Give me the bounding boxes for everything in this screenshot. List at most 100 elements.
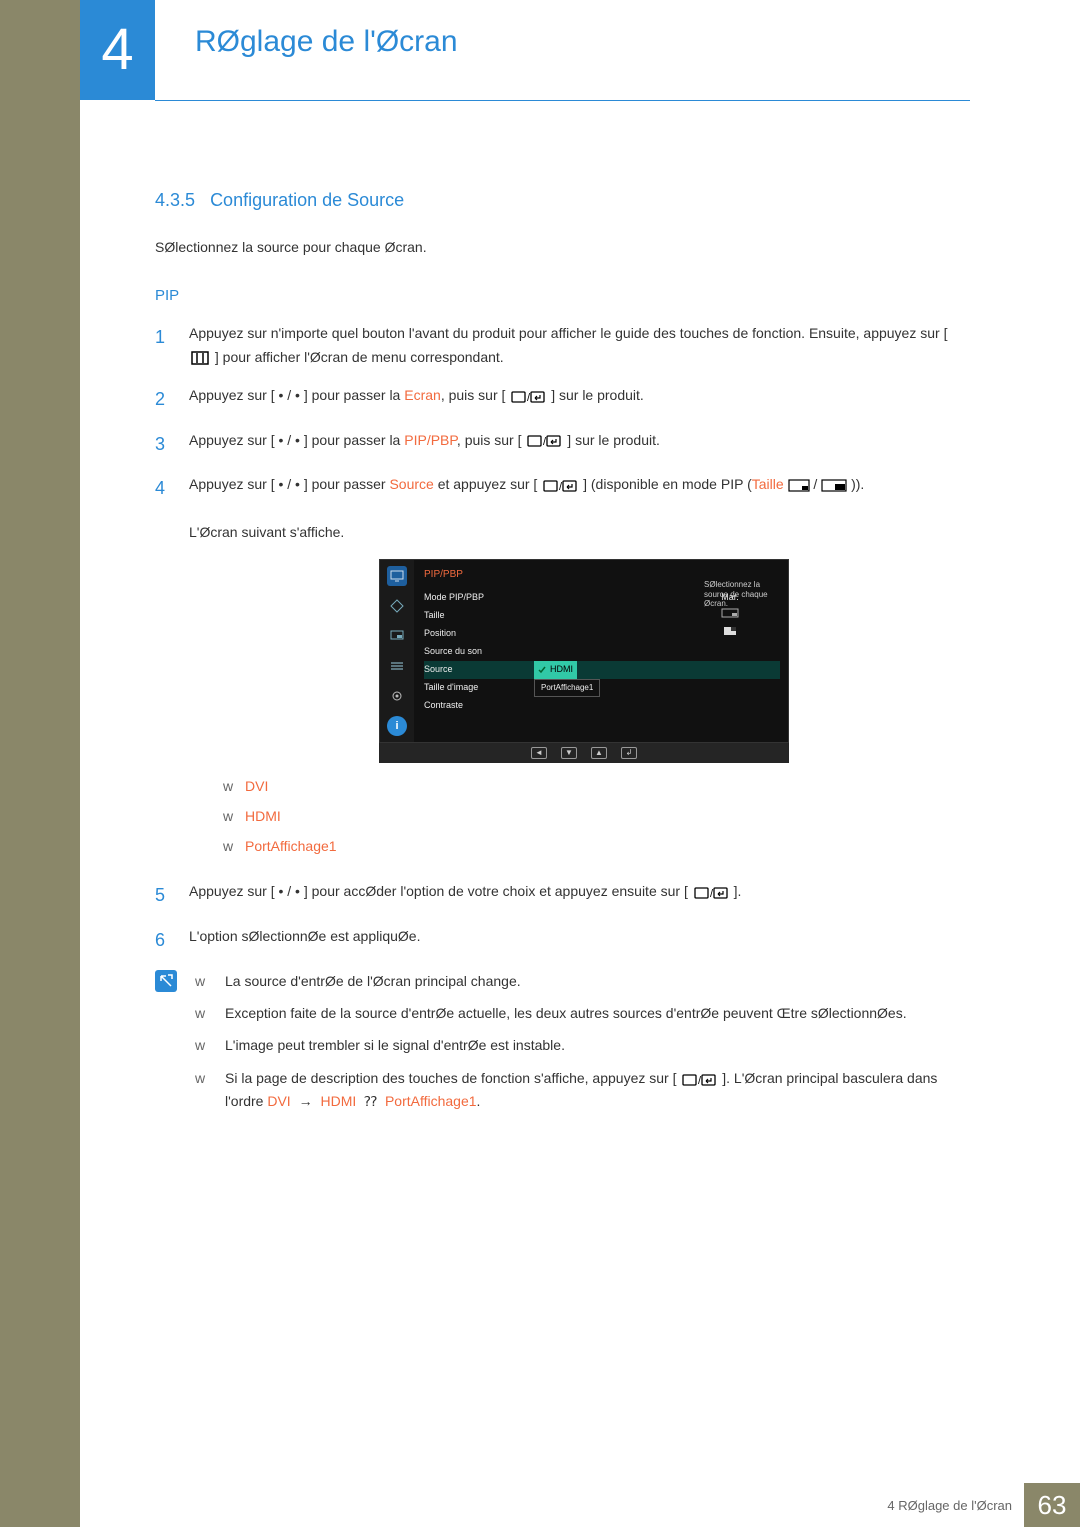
bullet: w xyxy=(195,1002,225,1024)
step-1: 1 Appuyez sur n'importe quel bouton l'av… xyxy=(155,322,970,370)
label: Taille xyxy=(424,608,534,623)
note-3: wL'image peut trembler si le signal d'en… xyxy=(195,1034,970,1056)
text: Appuyez sur [ • / • ] pour passer xyxy=(189,476,389,492)
step-body: Appuyez sur [ • / • ] pour passer Source… xyxy=(189,473,970,866)
note-1: wLa source d'entrØe de l'Øcran principal… xyxy=(195,970,970,992)
footer-text: 4 RØglage de l'Øcran xyxy=(887,1498,1012,1513)
gear-icon xyxy=(387,686,407,706)
select-enter-icon: / xyxy=(694,881,728,905)
text: Si la page de description des touches de… xyxy=(225,1067,970,1113)
src-label: DVI xyxy=(245,778,268,794)
pip-icon xyxy=(387,626,407,646)
text: Appuyez sur [ • / • ] pour passer la xyxy=(189,387,404,403)
sources-list: wDVI wHDMI wPortAffichage1 xyxy=(223,775,970,858)
pip-size-icons: / xyxy=(788,476,852,492)
text: Appuyez sur [ • / • ] pour accØder l'opt… xyxy=(189,883,688,899)
label: Position xyxy=(424,626,534,641)
step-body: Appuyez sur [ • / • ] pour accØder l'opt… xyxy=(189,880,970,911)
highlight: DVI xyxy=(267,1093,290,1109)
bullet: w xyxy=(195,1067,225,1113)
text: ] (disponible en mode PIP ( xyxy=(583,476,752,492)
highlight: HDMI xyxy=(320,1093,356,1109)
step-body: Appuyez sur n'importe quel bouton l'avan… xyxy=(189,322,970,370)
label: Mode PIP/PBP xyxy=(424,590,534,605)
osd-row-imgsize: Taille d'imagePortAffichage1 xyxy=(424,679,780,697)
text: )). xyxy=(851,476,864,492)
step-body: Appuyez sur [ • / • ] pour passer la PIP… xyxy=(189,429,970,460)
text: , puis sur [ xyxy=(457,432,522,448)
bullet: w xyxy=(195,1034,225,1056)
bullet: w xyxy=(223,805,245,829)
note-4: w Si la page de description des touches … xyxy=(195,1067,970,1113)
value: HDMI xyxy=(550,662,573,677)
text: L'image peut trembler si le signal d'ent… xyxy=(225,1034,565,1056)
step-number: 5 xyxy=(155,880,189,911)
chapter-number-tab: 4 xyxy=(80,0,155,100)
text: ] pour afficher l'Øcran de menu correspo… xyxy=(215,349,504,365)
bullet: w xyxy=(223,775,245,799)
highlight: Ecran xyxy=(404,387,441,403)
osd-row-contrast: Contraste xyxy=(424,697,780,715)
text: L'Øcran suivant s'affiche. xyxy=(189,524,344,540)
text: et appuyez sur [ xyxy=(434,476,538,492)
osd-source-value: HDMI xyxy=(534,661,577,678)
osd-bottom-bar: ◄ ▼ ▲ ↲ xyxy=(379,743,789,763)
note-icon xyxy=(155,970,177,992)
step-number: 6 xyxy=(155,925,189,956)
step-number: 1 xyxy=(155,322,189,370)
value: PortAffichage1 xyxy=(534,679,600,697)
highlight: PortAffichage1 xyxy=(385,1093,477,1109)
osd-row-taille: Taille xyxy=(424,607,780,625)
step-3: 3 Appuyez sur [ • / • ] pour passer la P… xyxy=(155,429,970,460)
label: Source du son xyxy=(424,644,534,659)
label: Contraste xyxy=(424,698,534,713)
text: ] sur le produit. xyxy=(567,432,660,448)
list-icon xyxy=(387,656,407,676)
text: Exception faite de la source d'entrØe ac… xyxy=(225,1002,907,1024)
src-label: HDMI xyxy=(245,808,281,824)
osd-enter-icon: ↲ xyxy=(621,747,637,759)
highlight: Source xyxy=(389,476,433,492)
subsection-title: PIP xyxy=(155,287,970,304)
osd-down-icon: ▼ xyxy=(561,747,577,759)
osd-left-icon: ◄ xyxy=(531,747,547,759)
step-number: 4 xyxy=(155,473,189,866)
highlight: PIP/PBP xyxy=(404,432,457,448)
resize-icon xyxy=(387,596,407,616)
chapter-title: RØglage de l'Øcran xyxy=(195,25,458,59)
osd-sidebar: i xyxy=(380,560,414,742)
src-label: PortAffichage1 xyxy=(245,838,337,854)
title-rule xyxy=(155,100,970,101)
arrow-icon: → xyxy=(299,1090,313,1112)
source-hdmi: wHDMI xyxy=(223,805,970,829)
value xyxy=(680,608,780,623)
section-number: 4.3.5 xyxy=(155,190,195,210)
menu-icon xyxy=(191,346,209,370)
text: . xyxy=(477,1093,481,1109)
text: , puis sur [ xyxy=(441,387,506,403)
step-5: 5 Appuyez sur [ • / • ] pour accØder l'o… xyxy=(155,880,970,911)
step-body: Appuyez sur [ • / • ] pour passer la Ecr… xyxy=(189,384,970,415)
step-2: 2 Appuyez sur [ • / • ] pour passer la E… xyxy=(155,384,970,415)
label: Taille d'image xyxy=(424,680,534,695)
source-dp1: wPortAffichage1 xyxy=(223,835,970,859)
left-strip xyxy=(0,0,80,1527)
page-footer: 4 RØglage de l'Øcran 63 xyxy=(887,1483,1080,1527)
select-enter-icon: / xyxy=(543,474,577,498)
select-enter-icon: / xyxy=(527,429,561,453)
steps-list: 1 Appuyez sur n'importe quel bouton l'av… xyxy=(155,322,970,956)
source-dvi: wDVI xyxy=(223,775,970,799)
step-4: 4 Appuyez sur [ • / • ] pour passer Sour… xyxy=(155,473,970,866)
osd-row-source: SourceHDMI xyxy=(424,661,780,679)
select-enter-icon: / xyxy=(511,384,545,408)
osd-up-icon: ▲ xyxy=(591,747,607,759)
footer-page-number: 63 xyxy=(1024,1483,1080,1527)
step-number: 3 xyxy=(155,429,189,460)
step-6: 6 L'option sØlectionnØe est appliquØe. xyxy=(155,925,970,956)
text: La source d'entrØe de l'Øcran principal … xyxy=(225,970,521,992)
osd-screenshot: i PIP/PBP Mode PIP/PBPMar. Taille Positi… xyxy=(379,559,970,763)
bullet: w xyxy=(223,835,245,859)
osd-row-sound: Source du son xyxy=(424,643,780,661)
arrow-icon: ⁇ xyxy=(364,1090,377,1112)
highlight: Taille xyxy=(752,476,784,492)
